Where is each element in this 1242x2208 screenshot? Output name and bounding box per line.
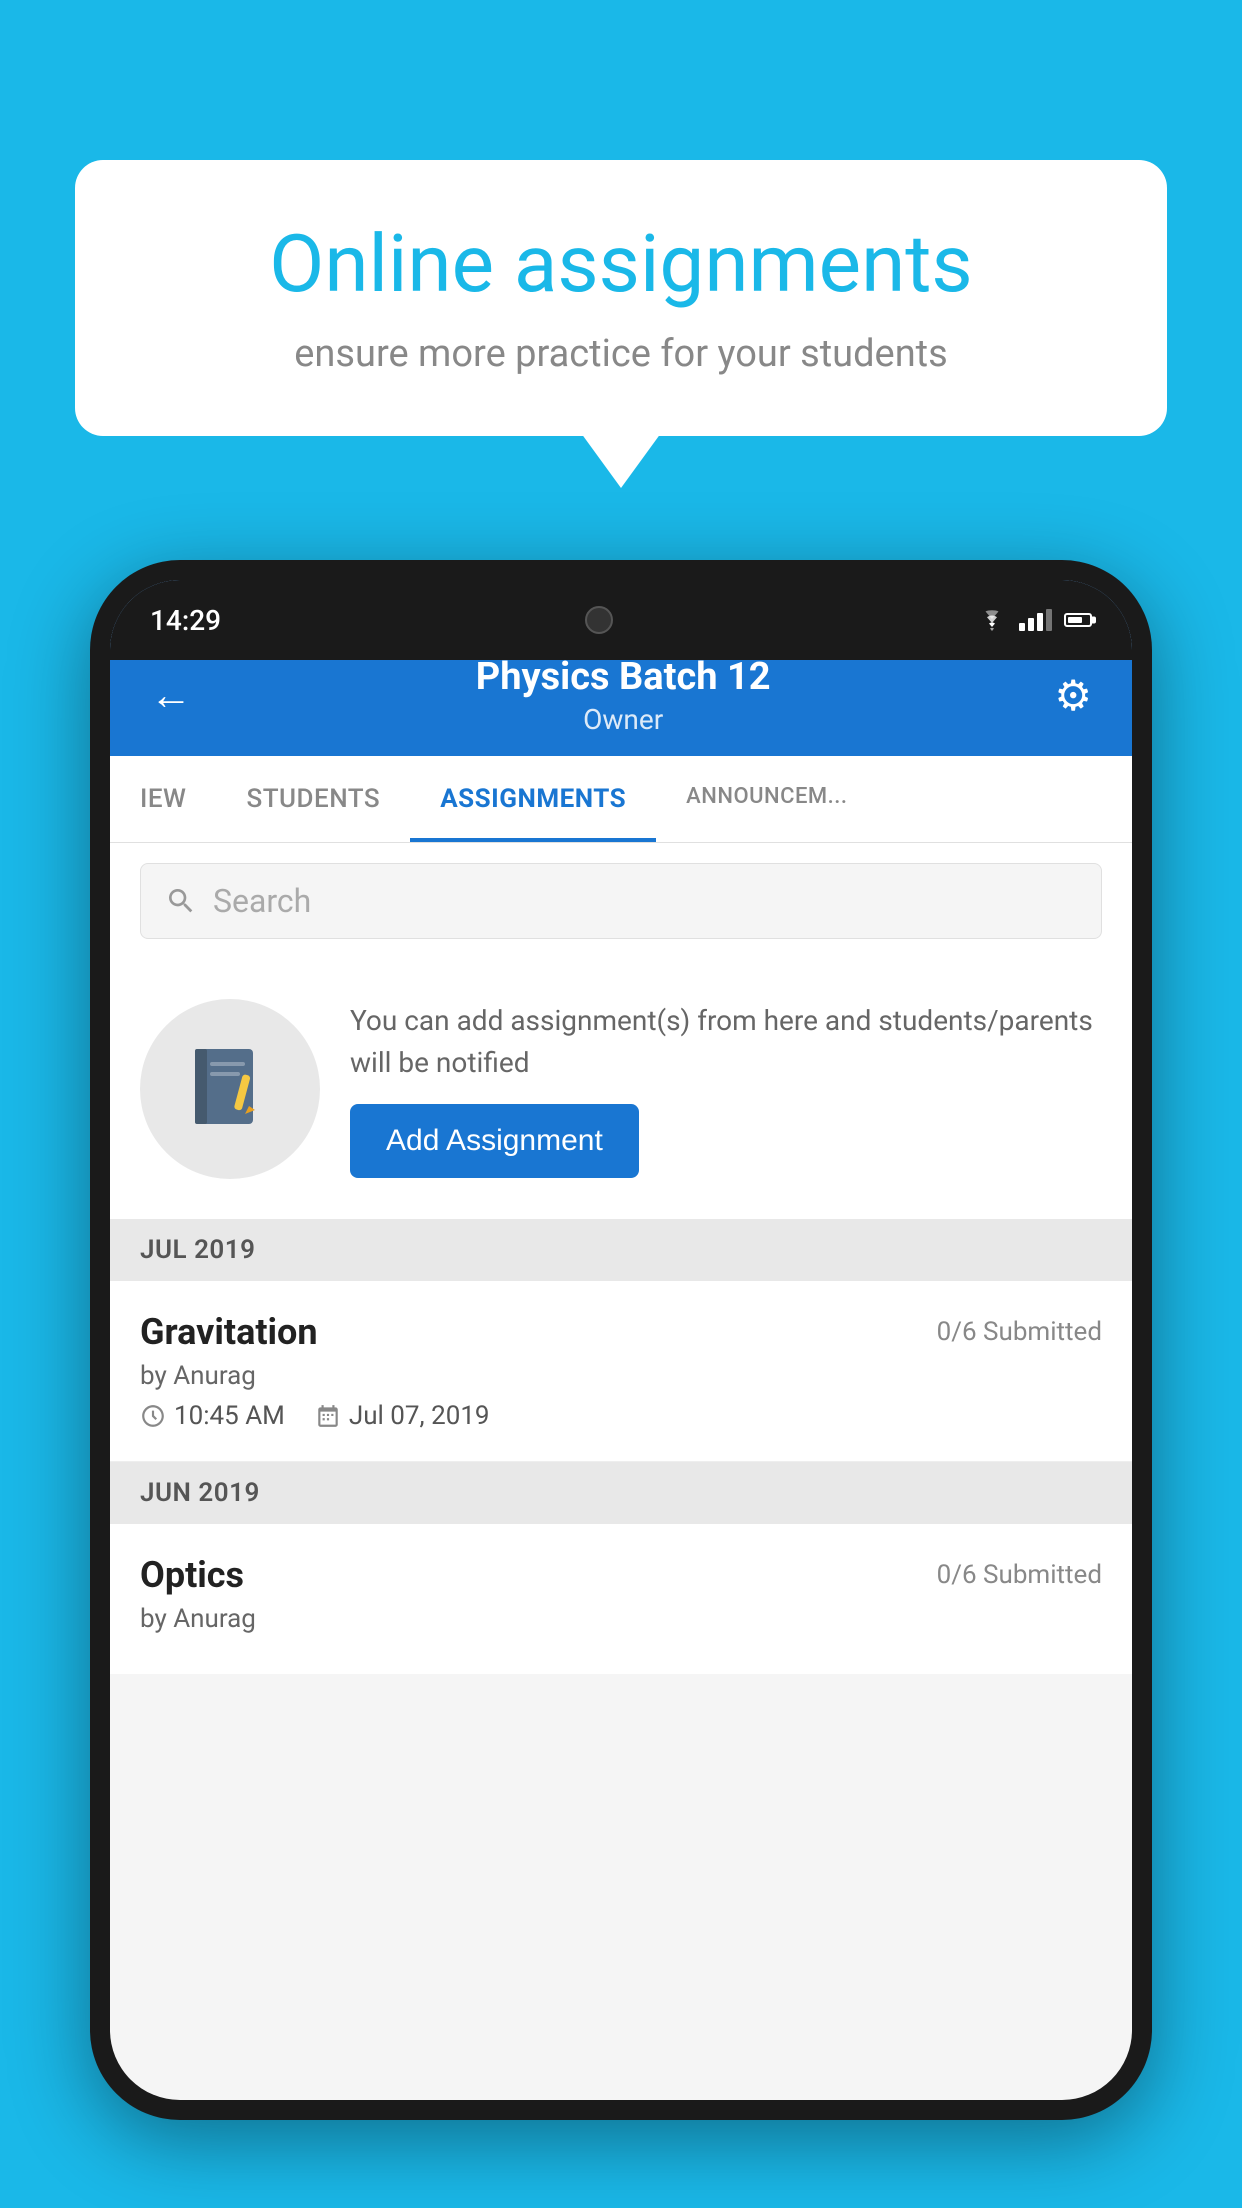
phone-status-icons: [977, 609, 1092, 631]
assignment-date: Jul 07, 2019: [315, 1401, 490, 1431]
assignment-submitted-optics: 0/6 Submitted: [937, 1560, 1102, 1590]
speech-bubble-subtitle: ensure more practice for your students: [145, 332, 1097, 376]
tab-assignments[interactable]: ASSIGNMENTS: [410, 756, 656, 842]
search-placeholder: Search: [213, 882, 311, 920]
tab-iew[interactable]: IEW: [110, 756, 216, 842]
batch-title: Physics Batch 12: [192, 655, 1054, 699]
promo-block: You can add assignment(s) from here and …: [110, 959, 1132, 1219]
assignment-header-row-optics: Optics 0/6 Submitted: [140, 1554, 1102, 1596]
tab-announcements[interactable]: ANNOUNCEM...: [656, 756, 877, 842]
promo-icon-circle: [140, 999, 320, 1179]
assignment-time-value: 10:45 AM: [174, 1401, 285, 1431]
battery-icon: [1064, 613, 1092, 627]
promo-text: You can add assignment(s) from here and …: [350, 1000, 1102, 1084]
assignment-by-gravitation: by Anurag: [140, 1361, 1102, 1391]
phone-outer: 14:29: [90, 560, 1152, 2120]
assignment-meta-gravitation: 10:45 AM Jul 07, 2019: [140, 1401, 1102, 1431]
assignment-date-value: Jul 07, 2019: [349, 1401, 490, 1431]
promo-content: You can add assignment(s) from here and …: [350, 1000, 1102, 1178]
speech-bubble-wrapper: Online assignments ensure more practice …: [75, 160, 1167, 436]
assignment-by-optics: by Anurag: [140, 1604, 1102, 1634]
section-header-jun: JUN 2019: [110, 1462, 1132, 1524]
screen-content: Search: [110, 843, 1132, 2100]
tabs-bar: IEW STUDENTS ASSIGNMENTS ANNOUNCEM...: [110, 756, 1132, 843]
search-container: Search: [110, 843, 1132, 959]
clock-icon: [140, 1403, 166, 1429]
search-input-wrapper[interactable]: Search: [140, 863, 1102, 939]
assignment-time: 10:45 AM: [140, 1401, 285, 1431]
header-center: Physics Batch 12 Owner: [192, 655, 1054, 736]
back-button[interactable]: ←: [150, 671, 192, 720]
search-icon: [165, 885, 197, 917]
phone-screen: ← Physics Batch 12 Owner ⚙ IEW STUDENTS …: [110, 580, 1132, 2100]
tab-students[interactable]: STUDENTS: [216, 756, 410, 842]
wifi-icon: [977, 609, 1007, 631]
assignment-name-gravitation: Gravitation: [140, 1311, 318, 1353]
calendar-icon: [315, 1403, 341, 1429]
phone-time: 14:29: [150, 604, 221, 637]
header-subtitle: Owner: [192, 703, 1054, 736]
section-header-jul: JUL 2019: [110, 1219, 1132, 1281]
assignment-name-optics: Optics: [140, 1554, 244, 1596]
speech-bubble: Online assignments ensure more practice …: [75, 160, 1167, 436]
assignment-submitted-gravitation: 0/6 Submitted: [937, 1317, 1102, 1347]
speech-bubble-title: Online assignments: [145, 220, 1097, 308]
settings-icon[interactable]: ⚙: [1054, 671, 1092, 721]
phone-camera: [585, 606, 613, 634]
add-assignment-button[interactable]: Add Assignment: [350, 1104, 639, 1178]
assignment-item-optics[interactable]: Optics 0/6 Submitted by Anurag: [110, 1524, 1132, 1674]
phone-wrapper: 14:29: [90, 560, 1152, 2208]
phone-notch-area: 14:29: [110, 580, 1132, 660]
signal-bars-icon: [1019, 609, 1052, 631]
assignment-header-row: Gravitation 0/6 Submitted: [140, 1311, 1102, 1353]
assignment-item-gravitation[interactable]: Gravitation 0/6 Submitted by Anurag 10:4…: [110, 1281, 1132, 1462]
notebook-icon: [185, 1044, 275, 1134]
